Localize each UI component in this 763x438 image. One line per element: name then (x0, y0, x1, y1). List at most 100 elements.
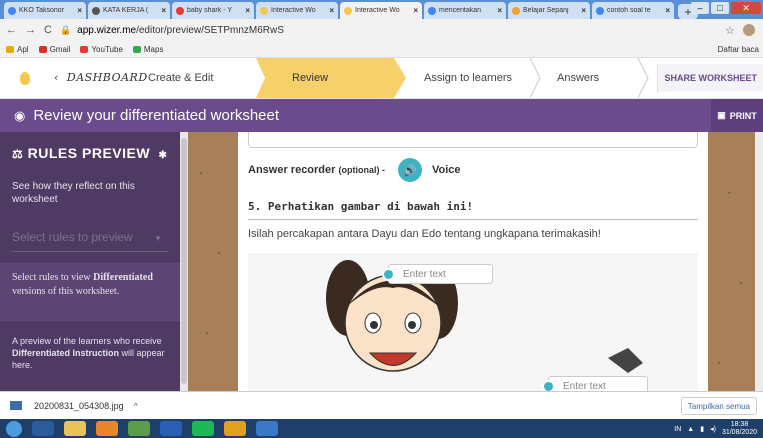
browser-tab[interactable]: KATA KERJA (× (88, 2, 170, 19)
cork-speck (718, 362, 720, 364)
main-scrollbar[interactable] (755, 132, 763, 391)
input-placeholder: Enter text (403, 268, 446, 280)
show-all-button[interactable]: Tampilkan semua (680, 397, 757, 415)
browser-tab[interactable]: baby shark - Y × (172, 2, 254, 19)
scrollbar-thumb[interactable] (181, 138, 187, 384)
url-field[interactable]: app.wizer.me/editor/preview/SETPmnzM6RwS (77, 25, 284, 36)
browser-tab[interactable]: Interactive Wo × (340, 2, 422, 19)
forward-icon[interactable]: → (25, 24, 36, 36)
reload-icon[interactable]: C (44, 24, 52, 36)
info-text: versions of this worksheet. (12, 286, 120, 297)
rules-select[interactable]: Select rules to preview ▼ (12, 230, 168, 252)
cork-speck (728, 192, 730, 194)
bookmark-icon (38, 45, 47, 53)
speaker-icon[interactable]: 🔊 (398, 158, 422, 182)
reading-list[interactable]: Daftar baca (718, 45, 759, 54)
chrome-window-icon[interactable] (224, 421, 246, 436)
close-tab-icon[interactable]: × (245, 6, 250, 15)
tab-favicon-icon (428, 6, 436, 15)
os-taskbar: IN ▲ ▮ ◂) 18:38 31/08/2020 (0, 419, 763, 438)
bookmark-item[interactable]: Maps (132, 45, 163, 54)
rules-title-label: RULES PREVIEW (27, 145, 151, 161)
rules-preview-title: ⚖ RULES PREVIEW ✱ (12, 145, 167, 161)
bookmark-item[interactable]: Apl (6, 45, 29, 54)
browser-tab[interactable]: Belajar Sepanj × (508, 2, 590, 19)
lightbulb-logo-icon (20, 72, 30, 85)
cork-speck (200, 172, 202, 174)
input-placeholder: Enter text (563, 380, 606, 392)
close-tab-icon[interactable]: × (665, 6, 670, 15)
browser-tab[interactable]: Interactive Wo × (256, 2, 338, 19)
step-assign[interactable]: Assign to learners (424, 58, 544, 98)
bookmark-item[interactable]: YouTube (80, 45, 123, 54)
browser-tab[interactable]: menceritakan × (424, 2, 506, 19)
print-button[interactable]: ▣ PRINT (711, 99, 763, 132)
close-window-icon[interactable]: ✕ (731, 2, 761, 14)
step-answers[interactable]: Answers (557, 58, 647, 98)
close-tab-icon[interactable]: × (497, 6, 502, 15)
printer-icon: ▣ (717, 110, 726, 120)
spotify-icon[interactable] (192, 421, 214, 436)
close-tab-icon[interactable]: × (161, 6, 166, 15)
tray-arrow-icon[interactable]: ▲ (687, 426, 694, 433)
info-text: Select rules to view (12, 272, 94, 283)
chevron-up-icon[interactable]: ^ (134, 401, 138, 411)
browser-tab[interactable]: contoh soal te × (592, 2, 674, 19)
close-tab-icon[interactable]: × (77, 6, 82, 15)
page-title: Review your differentiated worksheet (33, 107, 280, 124)
file-explorer-icon[interactable] (64, 421, 86, 436)
browser-tab[interactable]: KKO Taksonor × (4, 2, 86, 19)
close-tab-icon[interactable]: × (329, 6, 334, 15)
tab-favicon-icon (260, 6, 268, 15)
browser-tab-bar: KKO Taksonor × KATA KERJA (× baby shark - Y… (0, 0, 763, 19)
input-marker-icon (382, 268, 395, 281)
rules-icon: ⚖ (12, 147, 24, 161)
close-tab-icon[interactable]: × (413, 6, 418, 15)
paint-icon[interactable] (256, 421, 278, 436)
language-indicator[interactable]: IN (674, 426, 681, 433)
word-icon[interactable] (160, 421, 182, 436)
url-path: /editor/preview/SETPmnzM6RwS (136, 24, 284, 36)
back-icon[interactable]: ← (6, 24, 17, 36)
network-icon[interactable]: ▮ (700, 425, 704, 433)
previous-answer-field[interactable] (248, 132, 698, 148)
app-icon[interactable] (128, 421, 150, 436)
start-button-icon[interactable] (6, 420, 22, 437)
minimize-icon[interactable]: – (691, 2, 709, 14)
close-tab-icon[interactable]: × (581, 6, 586, 15)
worksheet-background: Answer recorder (optional) - 🔊 Voice 5. … (188, 132, 763, 391)
maximize-icon[interactable]: □ (711, 2, 729, 14)
tab-favicon-icon (176, 6, 184, 15)
share-worksheet-button[interactable]: SHARE WORKSHEET (657, 64, 763, 92)
step-create-edit[interactable]: Create & Edit (140, 58, 260, 98)
step-separator-icon (637, 58, 649, 98)
volume-icon[interactable]: ◂) (710, 425, 716, 433)
sidebar-scrollbar[interactable] (180, 132, 188, 391)
tab-label: baby shark - Y (187, 7, 233, 14)
voice-label: Voice (432, 164, 461, 176)
enter-text-input[interactable]: Enter text (382, 264, 493, 284)
enter-text-input[interactable]: Enter text (542, 376, 648, 392)
account-avatar[interactable] (743, 24, 755, 36)
downloads-bar: 20200831_054308.jpg ^ Tampilkan semua (0, 391, 763, 419)
media-player-icon[interactable] (32, 421, 54, 436)
clock[interactable]: 18:38 31/08/2020 (722, 421, 757, 437)
recorder-optional: (optional) - (338, 165, 386, 175)
system-tray: IN ▲ ▮ ◂) 18:38 31/08/2020 (674, 421, 757, 437)
step-separator-icon (529, 58, 541, 98)
chrome-icon[interactable] (96, 421, 118, 436)
cork-speck (740, 282, 742, 284)
page-header: ◉ Review your differentiated worksheet ▣… (0, 99, 763, 132)
info-bold: Differentiated (93, 272, 153, 283)
download-filename[interactable]: 20200831_054308.jpg (34, 401, 124, 411)
bookmark-star-icon[interactable]: ☆ (725, 24, 735, 37)
clock-time: 18:38 (730, 421, 749, 428)
bookmark-label: Apl (17, 44, 29, 54)
dashboard-link[interactable]: ‹ DASHBOARD (54, 71, 148, 84)
lock-icon: 🔒 (59, 24, 72, 35)
tab-label: Interactive Wo (271, 7, 316, 14)
step-review[interactable]: Review (256, 58, 406, 98)
bookmark-item[interactable]: Gmail (38, 45, 70, 54)
tab-favicon-icon (512, 6, 520, 15)
settings-gear-icon[interactable]: ✱ (158, 150, 167, 161)
